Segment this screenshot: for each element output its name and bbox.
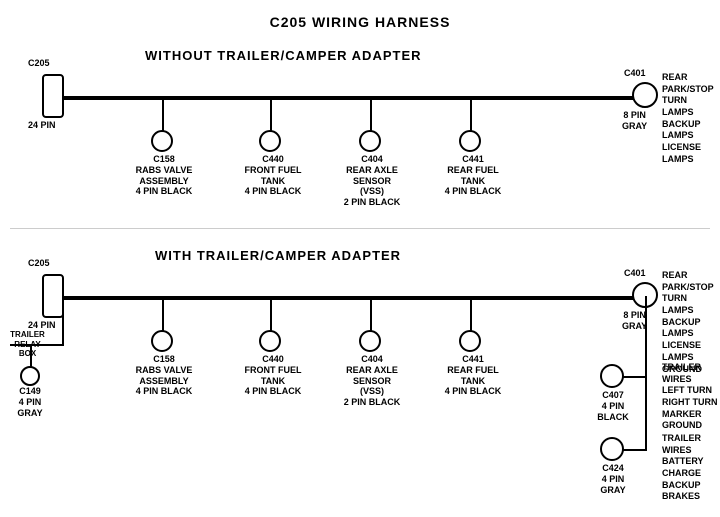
bus-line-top [55,96,651,100]
wiring-diagram: C205 WIRING HARNESS WITHOUT TRAILER/CAMP… [0,0,720,500]
c158-bot-vline [162,296,164,334]
c407-right-label: TRAILER WIRESLEFT TURNRIGHT TURNMARKERGR… [662,362,720,432]
page-title: C205 WIRING HARNESS [0,6,720,30]
c404-bot-connector [359,330,381,352]
c158-bot-label: C158RABS VALVEASSEMBLY4 PIN BLACK [134,354,194,397]
divider [10,228,710,229]
c424-right-label: TRAILER WIRESBATTERY CHARGEBACKUPBRAKES [662,433,720,503]
c407-connector [600,364,624,388]
c440-bot-connector [259,330,281,352]
c404-top-vline [370,96,372,134]
c424-hline [622,449,646,451]
c440-top-connector [259,130,281,152]
c205-top-label: C205 [28,58,50,69]
c440-bot-label: C440FRONT FUELTANK4 PIN BLACK [243,354,303,397]
right-branch-vline [645,296,647,451]
c205-bot-label: C205 [28,258,50,269]
c441-bot-vline [470,296,472,334]
c404-bot-label: C404REAR AXLESENSOR(VSS)2 PIN BLACK [342,354,402,408]
c149-label: C1494 PIN GRAY [6,386,54,418]
section1-label: WITHOUT TRAILER/CAMPER ADAPTER [145,48,422,63]
trailer-relay-label: TRAILERRELAYBOX [0,330,55,359]
c401-top-connector [632,82,658,108]
bus-line-bot [55,296,651,300]
c441-bot-label: C441REAR FUELTANK4 PIN BLACK [443,354,503,397]
c158-top-label: C158RABS VALVEASSEMBLY4 PIN BLACK [134,154,194,197]
c404-top-connector [359,130,381,152]
c424-connector [600,437,624,461]
c158-bot-connector [151,330,173,352]
c401-top-sub: 8 PINGRAY [622,110,647,132]
c424-label: C4244 PINGRAY [594,463,632,495]
c205-top-sub: 24 PIN [28,120,56,131]
c441-top-label: C441REAR FUELTANK4 PIN BLACK [443,154,503,197]
c401-bot-right-label: REAR PARK/STOPTURN LAMPSBACKUP LAMPSLICE… [662,270,720,375]
c149-connector [20,366,40,386]
c404-top-label: C404REAR AXLESENSOR(VSS)2 PIN BLACK [342,154,402,208]
c441-bot-connector [459,330,481,352]
c440-bot-vline [270,296,272,334]
c205-top-connector [42,74,64,118]
c440-top-label: C440FRONT FUELTANK4 PIN BLACK [243,154,303,197]
c441-top-connector [459,130,481,152]
c407-label: C4074 PINBLACK [594,390,632,422]
c158-top-connector [151,130,173,152]
c401-bot-sub: 8 PINGRAY [622,310,647,332]
c401-top-right-label: REAR PARK/STOPTURN LAMPSBACKUP LAMPSLICE… [662,72,720,166]
c404-bot-vline [370,296,372,334]
c401-bot-label: C401 [624,268,646,279]
c440-top-vline [270,96,272,134]
section2-label: WITH TRAILER/CAMPER ADAPTER [155,248,401,263]
c401-top-label: C401 [624,68,646,79]
c158-top-vline [162,96,164,134]
c149-vline [30,344,32,368]
c407-hline [622,376,646,378]
c441-top-vline [470,96,472,134]
c205-bot-connector [42,274,64,318]
trailer-relay-vline [62,296,64,346]
